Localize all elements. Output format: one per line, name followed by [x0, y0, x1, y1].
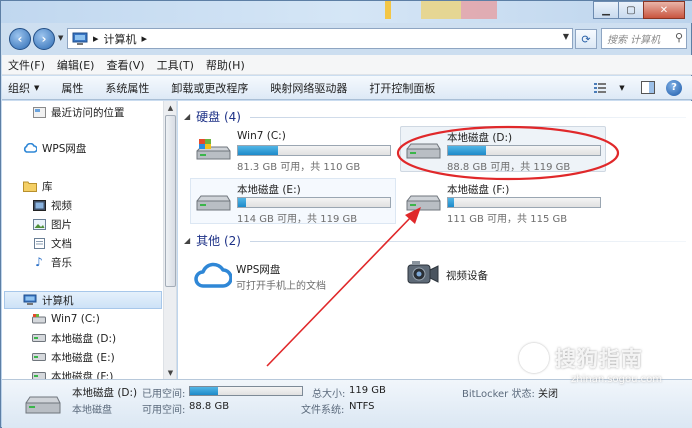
annotation-ellipse — [396, 125, 620, 181]
details-free-value: 88.8 GB — [189, 401, 230, 412]
details-drive-type: 本地磁盘 — [72, 405, 112, 416]
details-drive-name: 本地磁盘 (D:) — [72, 387, 138, 399]
details-total-label: 总大小: — [312, 389, 346, 400]
watermark-text: 搜狗指南 — [555, 347, 643, 371]
hard-drive-icon — [24, 392, 62, 418]
watermark-url: zhinan.sogou.com — [571, 374, 663, 385]
details-usage-bar — [189, 386, 303, 396]
explorer-window: ▁ ▢ ✕ ‹ › ▼ ▸ 计算机 ▸ ▼ ⟳ 搜索 计算机 ⚲ 文件(F) 编… — [0, 0, 692, 428]
details-used-label: 已用空间: — [142, 389, 186, 400]
details-free-label: 可用空间: — [142, 405, 186, 416]
annotation-arrow-line — [266, 216, 412, 367]
details-usage-fill — [190, 387, 218, 395]
sogou-logo-icon: S — [519, 343, 549, 373]
details-filesystem-label: 文件系统: — [301, 405, 345, 416]
details-filesystem-value: NTFS — [349, 401, 375, 412]
sogou-watermark: S 搜狗指南 zhinan.sogou.com — [513, 339, 691, 397]
details-total-value: 119 GB — [349, 385, 386, 396]
